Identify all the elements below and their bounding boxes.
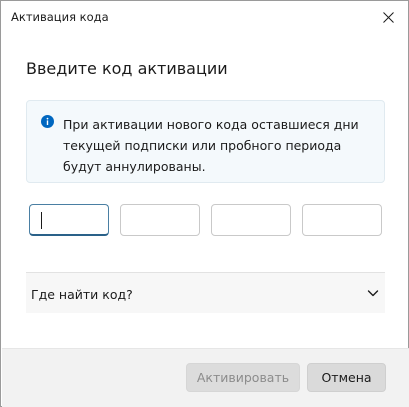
activation-dialog: Активация кода Введите код активации При…	[0, 0, 409, 407]
code-field-3[interactable]	[211, 204, 291, 236]
window-title: Активация кода	[11, 10, 109, 24]
code-field-1[interactable]	[29, 204, 109, 236]
cancel-button[interactable]: Отмена	[307, 363, 386, 392]
info-message: При активации нового кода оставшиеся дни…	[63, 117, 359, 174]
close-button[interactable]	[368, 1, 408, 33]
where-to-find-code-expander[interactable]: Где найти код?	[26, 272, 385, 313]
info-bar: При активации нового кода оставшиеся дни…	[26, 100, 385, 183]
activate-button[interactable]: Активировать	[186, 363, 300, 392]
text-caret	[41, 212, 42, 229]
code-field-2[interactable]	[120, 204, 200, 236]
dialog-footer: Активировать Отмена	[2, 348, 409, 407]
title-bar: Активация кода	[1, 1, 408, 33]
page-title: Введите код активации	[26, 59, 228, 78]
code-field-4[interactable]	[302, 204, 382, 236]
chevron-down-icon	[367, 290, 379, 297]
expander-label: Где найти код?	[31, 287, 133, 302]
info-icon	[41, 115, 54, 128]
close-icon	[382, 11, 394, 23]
